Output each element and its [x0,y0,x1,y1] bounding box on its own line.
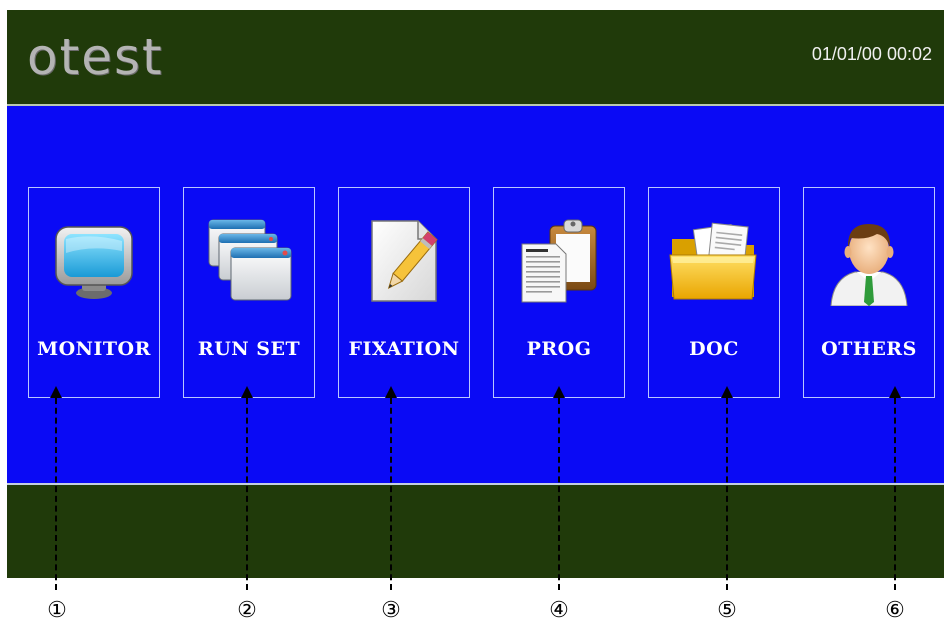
callout-arrow-line [390,398,392,590]
menu-tile-doc[interactable]: DOC [648,187,780,398]
callout-arrow-line [55,398,57,590]
callout-arrow-head [50,386,62,398]
callout-number: ② [237,598,257,623]
tile-label: DOC [689,338,739,360]
callout-arrow-line [894,398,896,590]
callout-arrow-head [889,386,901,398]
menu-tile-fixation[interactable]: FIXATION [338,187,470,398]
menu-tile-prog[interactable]: PROG [493,187,625,398]
header-bar: otest 01/01/00 00:02 [7,10,944,106]
windows-stack-icon [208,219,292,301]
tile-label: MONITOR [37,338,151,360]
device-screen: otest 01/01/00 00:02 MONITOR RUN SET FIX… [7,10,944,578]
callout-arrow-line [558,398,560,590]
callout-arrow-line [246,398,248,590]
main-menu-panel: MONITOR RUN SET FIXATION PROG DOC OTHERS [7,106,944,485]
callout-arrow-head [241,386,253,398]
footer-bar [7,485,944,578]
monitor-icon [55,226,133,299]
callout-number: ⑤ [717,598,737,623]
brand-logo: otest [27,28,164,86]
pencil-note-icon [371,220,438,302]
clipboard-document-icon [521,219,597,303]
callout-number: ④ [549,598,569,623]
callout-number: ③ [381,598,401,623]
tile-label: FIXATION [348,338,460,360]
callout-arrow-head [721,386,733,398]
datetime-display: 01/01/00 00:02 [811,44,932,64]
callout-number: ⑥ [885,598,905,623]
menu-tile-others[interactable]: OTHERS [803,187,935,398]
tile-label: RUN SET [197,338,301,360]
callout-number: ① [47,598,67,623]
menu-tile-run-set[interactable]: RUN SET [183,187,315,398]
callout-arrow-line [726,398,728,590]
tile-label: PROG [526,338,592,360]
user-avatar-icon [830,224,908,306]
menu-tile-monitor[interactable]: MONITOR [28,187,160,398]
callout-arrow-head [553,386,565,398]
folder-documents-icon [669,222,757,300]
tile-label: OTHERS [821,338,917,360]
callout-arrow-head [385,386,397,398]
